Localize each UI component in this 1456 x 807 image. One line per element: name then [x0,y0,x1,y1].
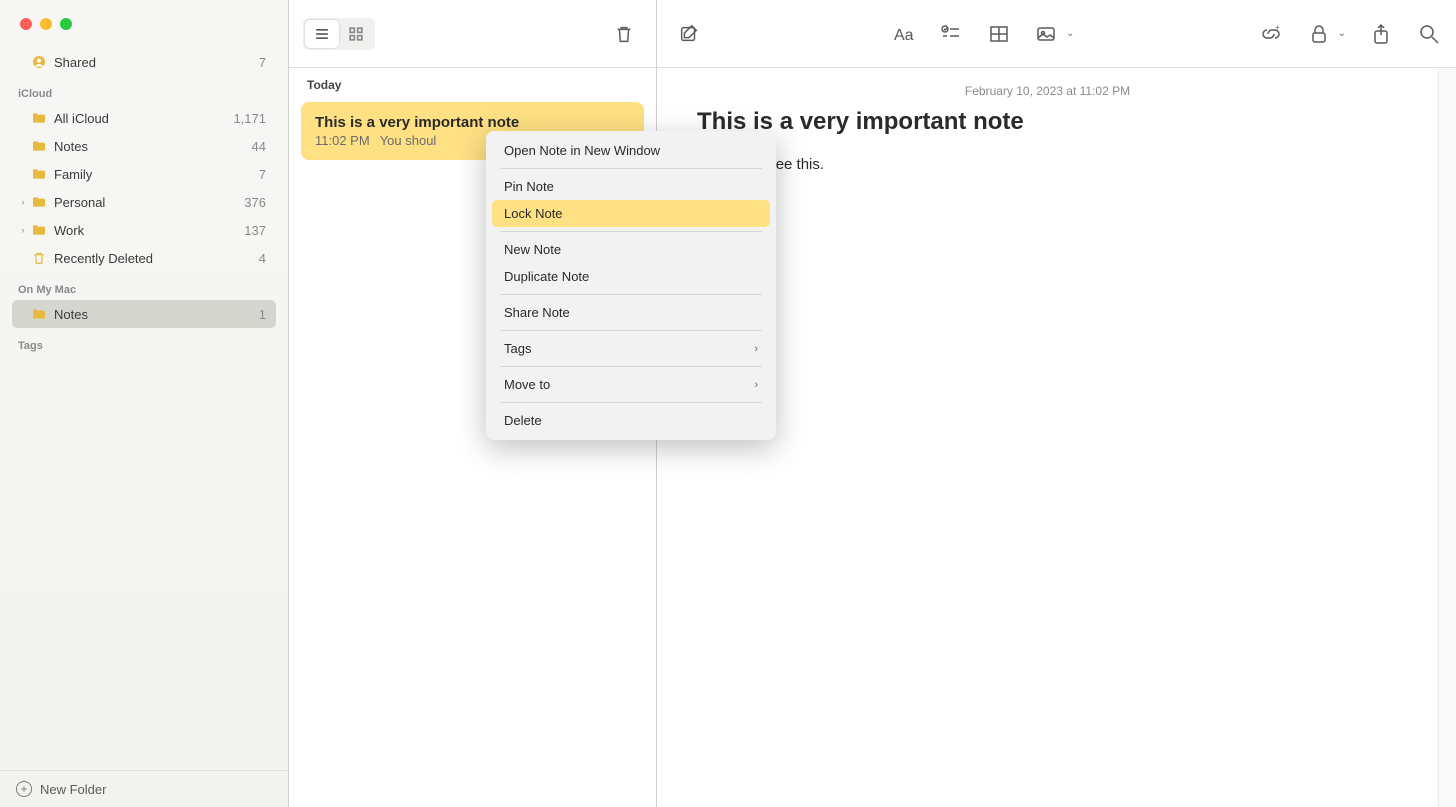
search-button[interactable] [1416,21,1442,47]
media-chevron-icon[interactable]: ⌄ [1066,28,1074,39]
sidebar-item-count: 1 [259,307,266,322]
sidebar-item-personal[interactable]: › Personal376 [12,188,276,216]
sidebar-item-count: 44 [252,139,266,154]
sidebar-item-shared[interactable]: Shared 7 [12,48,276,76]
editor-scrollbar[interactable] [1438,68,1456,807]
shared-icon [30,53,48,71]
note-row-time: 11:02 PM [315,133,370,148]
menu-item-share-note[interactable]: Share Note [492,299,770,326]
sidebar-item-label: Personal [54,195,244,210]
sidebar-item-label: Recently Deleted [54,251,259,266]
sidebar-item-label: Notes [54,139,252,154]
list-toolbar [289,0,656,68]
editor-panel: Aa ⌄ + ⌄ [657,0,1456,807]
folder-icon [30,109,48,127]
menu-item-duplicate-note[interactable]: Duplicate Note [492,263,770,290]
menu-item-open-note-in-new-window[interactable]: Open Note in New Window [492,137,770,164]
view-mode-segment [303,18,375,50]
menu-item-tags[interactable]: Tags› [492,335,770,362]
sidebar-item-recently-deleted[interactable]: Recently Deleted4 [12,244,276,272]
folder-icon [30,193,48,211]
note-timestamp: February 10, 2023 at 11:02 PM [697,84,1398,98]
menu-item-move-to[interactable]: Move to› [492,371,770,398]
folder-icon [30,165,48,183]
sidebar-item-label: Work [54,223,244,238]
menu-item-delete[interactable]: Delete [492,407,770,434]
disclosure-chevron-icon[interactable]: › [18,225,28,235]
fullscreen-window-button[interactable] [60,18,72,30]
share-button[interactable] [1368,21,1394,47]
sidebar-section-header[interactable]: On My Mac [12,272,276,300]
submenu-arrow-icon: › [754,379,758,391]
compose-button[interactable] [671,16,707,52]
sidebar-item-count: 7 [259,167,266,182]
note-title[interactable]: This is a very important note [697,108,1398,136]
menu-item-new-note[interactable]: New Note [492,236,770,263]
plus-circle-icon: + [16,781,32,797]
sidebar-item-count: 376 [244,195,266,210]
lock-chevron-icon[interactable]: ⌄ [1338,28,1346,39]
delete-note-button[interactable] [606,16,642,52]
sidebar-item-label: Notes [54,307,259,322]
sidebar-item-notes[interactable]: Notes1 [12,300,276,328]
folder-icon [30,137,48,155]
list-group-header: Today [289,68,656,98]
close-window-button[interactable] [20,18,32,30]
sidebar-item-label: All iCloud [54,111,233,126]
disclosure-chevron-icon[interactable]: › [18,197,28,207]
sidebar: Shared 7 iCloudAll iCloud1,171Notes44Fam… [0,0,289,807]
minimize-window-button[interactable] [40,18,52,30]
svg-text:+: + [1275,23,1280,32]
sidebar-section-header[interactable]: iCloud [12,76,276,104]
trash-icon [30,249,48,267]
editor-toolbar: Aa ⌄ + ⌄ [657,0,1456,68]
new-folder-label: New Folder [40,782,106,797]
format-group: Aa ⌄ [890,21,1074,47]
menu-item-pin-note[interactable]: Pin Note [492,173,770,200]
folder-icon [30,305,48,323]
menu-item-lock-note[interactable]: Lock Note [492,200,770,227]
media-button[interactable] [1034,21,1060,47]
sidebar-item-label: Family [54,167,259,182]
link-note-button[interactable]: + [1258,21,1284,47]
actions-group: + ⌄ [1258,21,1442,47]
grid-view-button[interactable] [339,20,373,48]
sidebar-item-count: 137 [244,223,266,238]
window-controls [0,0,288,40]
context-menu: Open Note in New Window Pin NoteLock Note… [486,131,776,440]
sidebar-item-label: Shared [54,55,259,70]
sidebar-item-count: 1,171 [233,111,266,126]
sidebar-item-all-icloud[interactable]: All iCloud1,171 [12,104,276,132]
note-row-preview: You shoul [380,133,437,148]
sidebar-item-work[interactable]: › Work137 [12,216,276,244]
note-row-title: This is a very important note [315,114,630,131]
folder-icon [30,221,48,239]
text-style-button[interactable]: Aa [890,21,916,47]
sidebar-item-notes[interactable]: Notes44 [12,132,276,160]
lock-button[interactable] [1306,21,1332,47]
sidebar-item-family[interactable]: Family7 [12,160,276,188]
svg-text:Aa: Aa [894,27,914,44]
note-body[interactable]: 't see this. [697,154,1398,177]
submenu-arrow-icon: › [754,343,758,355]
checklist-button[interactable] [938,21,964,47]
sidebar-item-count: 4 [259,251,266,266]
table-button[interactable] [986,21,1012,47]
new-folder-button[interactable]: + New Folder [0,770,288,807]
sidebar-list: Shared 7 iCloudAll iCloud1,171Notes44Fam… [0,40,288,770]
sidebar-section-header[interactable]: Tags [12,328,276,356]
sidebar-item-count: 7 [259,55,266,70]
list-view-button[interactable] [305,20,339,48]
